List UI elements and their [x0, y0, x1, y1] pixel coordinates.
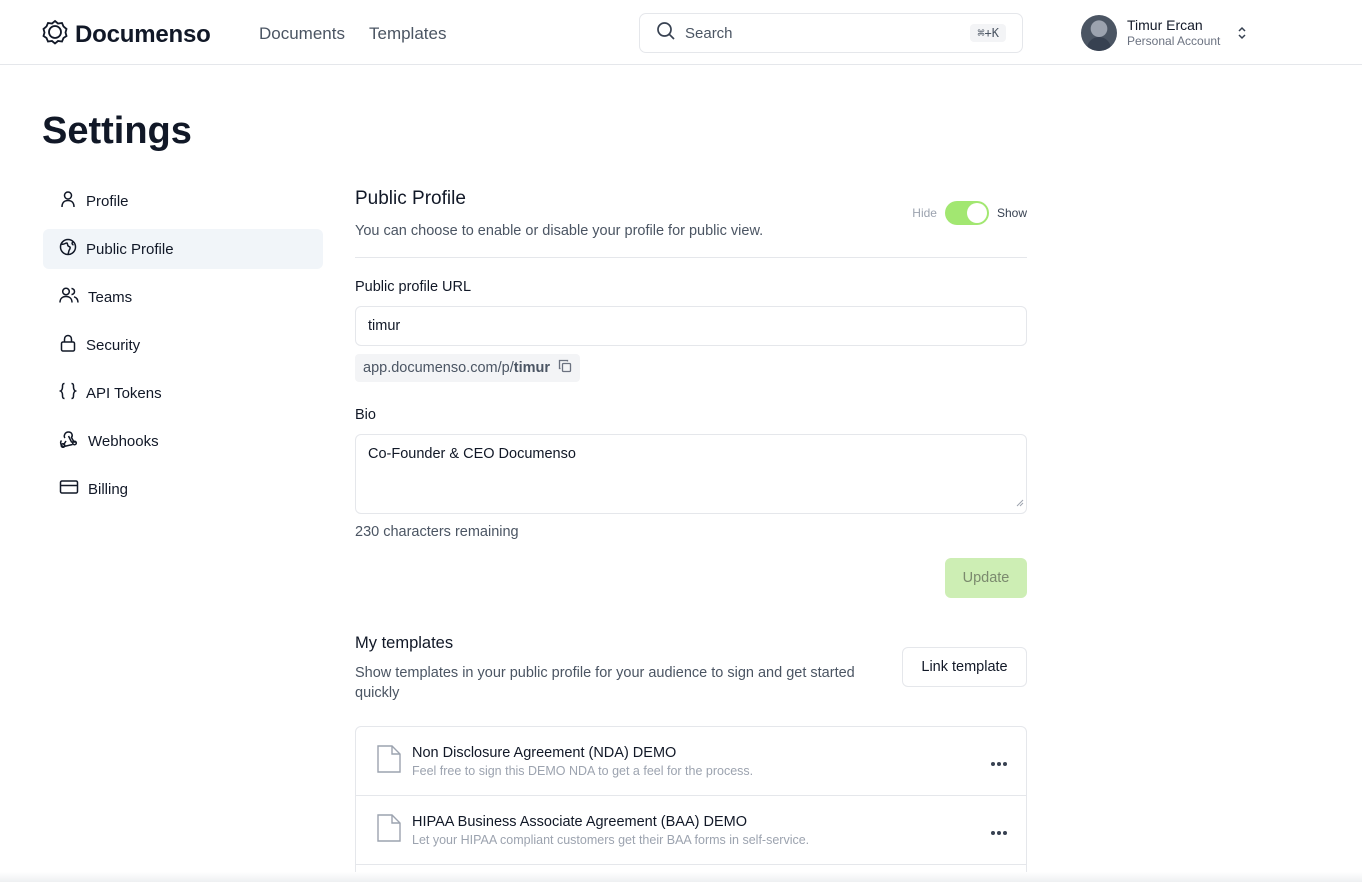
url-prefix: app.documenso.com/p/	[363, 360, 514, 376]
bottom-edge	[0, 872, 1362, 882]
section-title: Public Profile	[355, 188, 466, 209]
webhook-icon	[59, 430, 88, 452]
templates-description: Show templates in your public profile fo…	[355, 665, 855, 701]
template-list: Non Disclosure Agreement (NDA) DEMO Feel…	[355, 726, 1027, 882]
main-nav: Documents Templates	[259, 24, 446, 44]
sidebar-item-teams[interactable]: Teams	[43, 277, 323, 317]
divider	[355, 257, 1027, 258]
toggle-show-label: Show	[996, 206, 1027, 220]
profile-url-chip[interactable]: app.documenso.com/p/timur	[355, 354, 580, 382]
bio-label: Bio	[355, 407, 376, 423]
user-name: Timur Ercan	[1127, 17, 1203, 34]
section-description: You can choose to enable or disable your…	[355, 223, 764, 239]
visibility-toggle[interactable]	[944, 201, 989, 225]
sidebar-item-profile[interactable]: Profile	[43, 181, 323, 221]
template-subtitle: Let your HIPAA compliant customers get t…	[412, 833, 810, 847]
copy-icon[interactable]	[550, 359, 572, 377]
sidebar-item-label: Security	[86, 336, 141, 354]
logo[interactable]: Documenso	[42, 19, 211, 50]
list-item[interactable]: Non Disclosure Agreement (NDA) DEMO Feel…	[356, 727, 1026, 796]
sidebar-item-label: Profile	[86, 192, 129, 210]
file-icon	[376, 813, 402, 848]
top-header: Documenso Documents Templates Search ⌘+K…	[0, 0, 1362, 65]
template-title: HIPAA Business Associate Agreement (BAA)…	[412, 814, 747, 830]
file-icon	[376, 744, 402, 779]
logo-icon	[42, 19, 68, 50]
resize-grip-icon[interactable]	[1016, 495, 1024, 511]
sidebar-item-public-profile[interactable]: Public Profile	[43, 229, 323, 269]
templates-title: My templates	[355, 634, 454, 652]
toggle-hide-label: Hide	[912, 206, 937, 220]
more-horizontal-icon[interactable]	[990, 823, 1008, 841]
search-label: Search	[685, 24, 733, 42]
sidebar-item-label: API Tokens	[86, 384, 162, 402]
settings-sidebar: Profile Public Profile Teams Security AP…	[43, 181, 323, 517]
sidebar-item-label: Billing	[88, 480, 129, 498]
template-subtitle: Feel free to sign this DEMO NDA to get a…	[412, 764, 754, 778]
visibility-toggle-group: Hide Show	[912, 201, 1027, 225]
users-icon	[59, 286, 88, 308]
avatar	[1081, 15, 1117, 51]
more-horizontal-icon[interactable]	[990, 754, 1008, 772]
sidebar-item-webhooks[interactable]: Webhooks	[43, 421, 323, 461]
update-button[interactable]: Update	[945, 558, 1027, 598]
globe-icon	[59, 238, 86, 260]
page-title: Settings	[42, 110, 192, 152]
chevrons-up-down-icon	[1236, 25, 1248, 46]
link-template-button[interactable]: Link template	[902, 647, 1027, 687]
lock-icon	[59, 334, 86, 356]
bio-value: Co-Founder & CEO Documenso	[368, 446, 576, 462]
profile-url-input[interactable]: timur	[355, 306, 1027, 346]
account-switcher[interactable]: Timur Ercan Personal Account	[1081, 15, 1246, 51]
url-slug: timur	[513, 360, 550, 376]
braces-icon	[58, 382, 86, 404]
sidebar-item-billing[interactable]: Billing	[43, 469, 323, 509]
nav-documents[interactable]: Documents	[259, 24, 345, 44]
user-icon	[59, 190, 86, 212]
sidebar-item-label: Public Profile	[86, 240, 174, 258]
search-shortcut: ⌘+K	[970, 24, 1006, 42]
sidebar-item-label: Webhooks	[88, 432, 159, 450]
search-icon	[656, 21, 676, 46]
credit-card-icon	[59, 478, 88, 500]
account-type: Personal Account	[1127, 34, 1221, 49]
template-title: Non Disclosure Agreement (NDA) DEMO	[412, 745, 677, 761]
url-label: Public profile URL	[355, 279, 472, 295]
app-name: Documenso	[75, 20, 211, 48]
nav-templates[interactable]: Templates	[369, 24, 446, 44]
sidebar-item-api-tokens[interactable]: API Tokens	[43, 373, 323, 413]
sidebar-item-label: Teams	[88, 288, 133, 306]
sidebar-item-security[interactable]: Security	[43, 325, 323, 365]
bio-textarea[interactable]: Co-Founder & CEO Documenso	[355, 434, 1027, 514]
list-item[interactable]: HIPAA Business Associate Agreement (BAA)…	[356, 796, 1026, 865]
characters-remaining: 230 characters remaining	[355, 524, 519, 540]
search-button[interactable]: Search ⌘+K	[639, 13, 1023, 53]
